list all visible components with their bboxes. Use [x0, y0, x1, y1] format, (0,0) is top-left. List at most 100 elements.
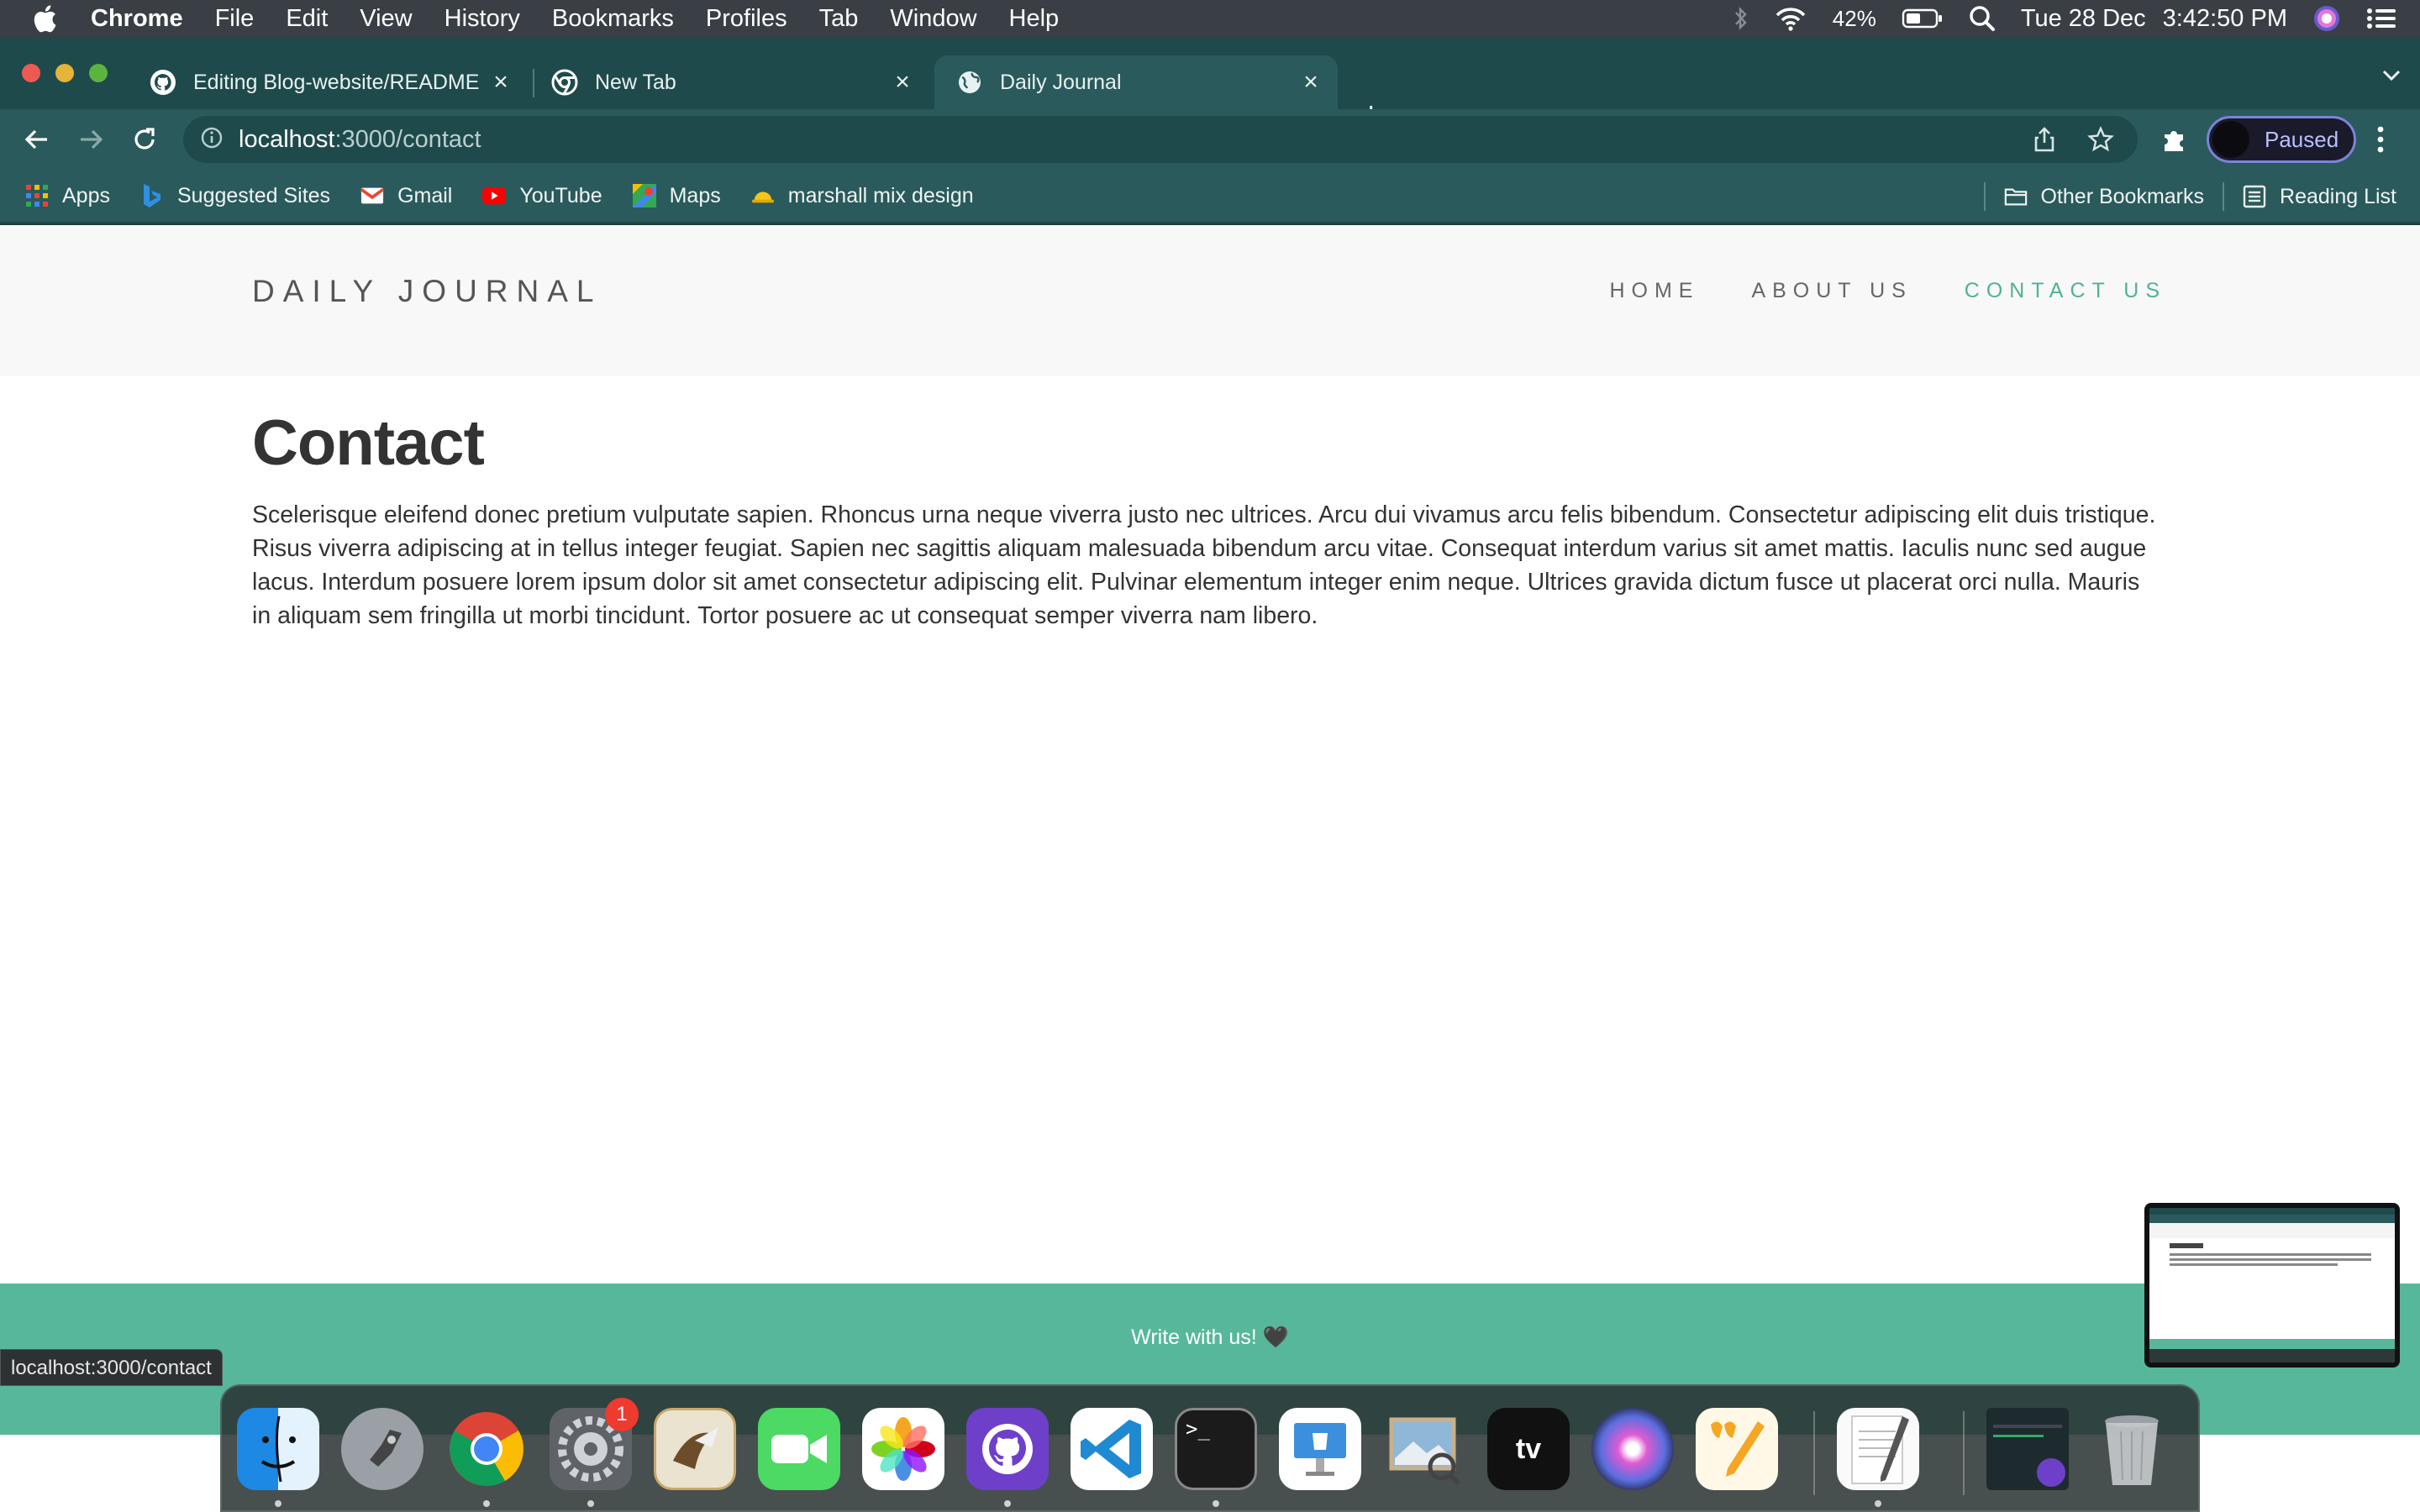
back-arrow-icon[interactable]: [20, 123, 54, 156]
site-brand[interactable]: DAILY JOURNAL: [252, 274, 602, 309]
pages-icon[interactable]: [1696, 1408, 1778, 1490]
contact-body-text: Scelerisque eleifend donec pretium vulpu…: [252, 501, 2156, 629]
textedit-icon[interactable]: [1837, 1408, 1919, 1490]
bookmark-apps[interactable]: Apps: [25, 184, 110, 208]
facetime-icon[interactable]: [758, 1408, 840, 1490]
menu-app-name[interactable]: Chrome: [91, 5, 183, 33]
main-content: Contact Scelerisque eleifend donec preti…: [252, 407, 2161, 633]
menu-history[interactable]: History: [445, 5, 520, 33]
dock-running-indicator: [275, 1500, 281, 1507]
menu-window[interactable]: Window: [890, 5, 976, 33]
close-tab-icon[interactable]: ×: [891, 70, 914, 95]
share-icon[interactable]: [2032, 126, 2057, 157]
trash-icon[interactable]: [2091, 1408, 2173, 1490]
apple-logo-icon[interactable]: [32, 4, 66, 33]
link-status-bubble: localhost:3000/contact: [0, 1349, 223, 1386]
nav-link-home[interactable]: HOME: [1609, 279, 1699, 303]
forward-arrow-icon[interactable]: [74, 123, 108, 156]
tab-new-tab[interactable]: New Tab ×: [529, 55, 929, 109]
bookmark-suggested-sites[interactable]: Suggested Sites: [140, 184, 330, 208]
tab-editing-readme[interactable]: Editing Blog-website/README ×: [128, 55, 528, 109]
close-tab-icon[interactable]: ×: [489, 70, 513, 95]
nav-link-about-us[interactable]: ABOUT US: [1751, 279, 1912, 303]
tab-strip: Editing Blog-website/README × New Tab × …: [0, 37, 2420, 131]
dock-separator: [1813, 1411, 1815, 1495]
gmail-icon: [360, 184, 385, 207]
launchpad-icon[interactable]: [341, 1408, 424, 1490]
bookmark-maps[interactable]: Maps: [632, 183, 721, 208]
menu-help[interactable]: Help: [1009, 5, 1060, 33]
preview-icon[interactable]: [1383, 1408, 1465, 1490]
menu-edit[interactable]: Edit: [286, 5, 328, 33]
url-host: localhost: [239, 125, 335, 153]
folder-icon: [2004, 185, 2028, 208]
close-tab-icon[interactable]: ×: [1299, 70, 1323, 95]
keynote-icon[interactable]: [1279, 1408, 1361, 1490]
bookmark-label: Reading List: [2280, 184, 2396, 208]
github-desktop-icon[interactable]: [966, 1408, 1049, 1490]
tab-search-chevron-icon[interactable]: [2381, 69, 2402, 87]
bookmark-label: Suggested Sites: [176, 183, 331, 207]
bookmark-star-icon[interactable]: [2087, 126, 2114, 157]
siri-icon[interactable]: [1591, 1408, 1674, 1490]
terminal-icon[interactable]: >_: [1175, 1408, 1257, 1490]
wifi-icon[interactable]: [1774, 6, 1807, 31]
window-thumbnail[interactable]: [2144, 1203, 2400, 1368]
menu-bar: Chrome File Edit View History Bookmarks …: [0, 0, 2420, 37]
dock-running-indicator: [1213, 1500, 1219, 1507]
battery-icon[interactable]: [1902, 8, 1944, 29]
menu-tab[interactable]: Tab: [819, 5, 859, 33]
close-window-button[interactable]: [22, 64, 40, 82]
avatar: [2212, 121, 2249, 158]
spotlight-search-icon[interactable]: [1969, 5, 1996, 32]
maximize-window-button[interactable]: [89, 64, 108, 82]
youtube-icon: [482, 184, 507, 207]
reading-list-button[interactable]: Reading List: [2243, 185, 2396, 209]
menu-view[interactable]: View: [360, 5, 412, 33]
photos-icon[interactable]: [862, 1408, 944, 1490]
menu-file[interactable]: File: [215, 5, 255, 33]
bookmark-gmail[interactable]: Gmail: [360, 184, 452, 208]
chrome-icon[interactable]: [445, 1408, 528, 1490]
menubar-time[interactable]: 3:42:50 PM: [2163, 5, 2287, 33]
bookmark-other-bookmarks[interactable]: Other Bookmarks: [2004, 184, 2205, 209]
vscode-icon[interactable]: [1071, 1408, 1153, 1490]
siri-icon[interactable]: [2312, 4, 2341, 33]
menubar-date[interactable]: Tue 28 Dec: [2021, 5, 2146, 33]
profile-button[interactable]: Paused: [2207, 116, 2356, 163]
footer-message: Write with us! 🖤: [1131, 1326, 1289, 1349]
address-bar[interactable]: localhost:3000/contact: [183, 116, 2138, 163]
tab-title: Editing Blog-website/README: [193, 70, 480, 94]
tab-daily-journal[interactable]: Daily Journal ×: [934, 55, 1338, 109]
control-center-icon[interactable]: [2366, 6, 2396, 31]
web-page: DAILY JOURNAL HOME ABOUT US CONTACT US C…: [0, 225, 2420, 1512]
nav-link-contact-us[interactable]: CONTACT US: [1965, 279, 2166, 303]
bookmark-label: Maps: [669, 183, 721, 207]
maps-icon: [632, 184, 656, 207]
dock: 1 >_ tv: [220, 1384, 2200, 1512]
bookmark-youtube[interactable]: YouTube: [482, 184, 602, 208]
appletv-icon[interactable]: tv: [1487, 1408, 1570, 1490]
apps-grid-icon: [25, 184, 49, 207]
minimize-window-button[interactable]: [55, 64, 74, 82]
mail-icon[interactable]: [654, 1408, 736, 1490]
bookmark-marshall-mix-design[interactable]: marshall mix design: [751, 184, 974, 208]
bookmark-label: Other Bookmarks: [2040, 184, 2205, 208]
finder-icon[interactable]: [237, 1408, 319, 1490]
bookmark-label: marshall mix design: [787, 183, 974, 207]
bookmarks-bar: Apps Suggested Sites Gmail YouTube Maps …: [0, 170, 2420, 223]
bluetooth-icon[interactable]: [1733, 6, 1749, 31]
hardhat-icon: [751, 184, 775, 207]
bookmark-divider: [2223, 182, 2225, 211]
site-info-icon[interactable]: [200, 126, 224, 154]
profile-status: Paused: [2265, 126, 2339, 152]
menu-bookmarks[interactable]: Bookmarks: [552, 5, 674, 33]
minimized-window-thumbnail[interactable]: [1986, 1408, 2069, 1490]
tab-title: Daily Journal: [1000, 70, 1122, 94]
menu-profiles[interactable]: Profiles: [706, 5, 787, 33]
github-icon: [150, 69, 176, 96]
bookmark-label: Apps: [62, 183, 110, 207]
more-menu-icon[interactable]: [2375, 123, 2386, 160]
reload-icon[interactable]: [128, 123, 161, 156]
extensions-puzzle-icon[interactable]: [2160, 124, 2190, 159]
